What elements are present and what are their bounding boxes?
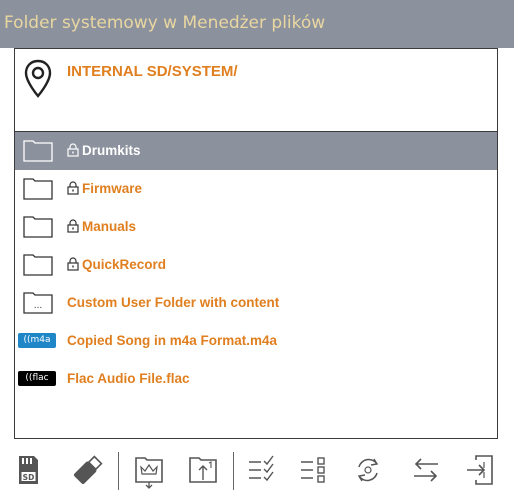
list-item-label: Copied Song in m4a Format.m4a <box>67 333 278 348</box>
folder-icon <box>23 254 53 276</box>
refresh-icon[interactable] <box>350 450 386 490</box>
list-item-quickrecord[interactable]: QuickRecord <box>15 246 497 284</box>
lock-icon <box>67 257 79 271</box>
list-item-label: Drumkits <box>82 143 141 158</box>
list-item-custom-user-folder[interactable]: ... Custom User Folder with content <box>15 284 497 322</box>
sd-card-icon[interactable]: SD <box>10 450 46 490</box>
toolbar-separator <box>233 452 234 490</box>
folder-icon <box>23 216 53 238</box>
select-all-icon[interactable] <box>245 450 281 490</box>
file-list: INTERNAL SD/SYSTEM/ Drumkits Firmware Ma… <box>15 48 497 438</box>
list-item-drumkits[interactable]: Drumkits <box>15 132 497 170</box>
upload-folder-icon[interactable] <box>185 450 221 490</box>
folder-icon <box>23 140 53 162</box>
window-title: Folder systemowy w Menedżer plików <box>4 13 326 33</box>
svg-text:SD: SD <box>23 473 35 482</box>
swap-icon[interactable] <box>408 450 444 490</box>
copy-to-folder-icon[interactable] <box>131 450 167 490</box>
list-item-label: Manuals <box>82 219 137 234</box>
file-browser-panel: INTERNAL SD/SYSTEM/ Drumkits Firmware Ma… <box>14 48 498 439</box>
list-item-firmware[interactable]: Firmware <box>15 170 497 208</box>
flac-audio-icon: ((flac <box>18 371 56 386</box>
list-item-label: Firmware <box>82 181 143 196</box>
list-item-label: Flac Audio File.flac <box>67 371 190 386</box>
folder-icon <box>23 178 53 200</box>
list-item-flac-file[interactable]: ((flac Flac Audio File.flac <box>15 360 497 398</box>
usb-drive-icon[interactable] <box>70 450 106 490</box>
toolbar-separator <box>118 452 119 490</box>
current-path: INTERNAL SD/SYSTEM/ <box>67 63 238 80</box>
list-item-label: Custom User Folder with content <box>67 295 280 310</box>
list-item-label: QuickRecord <box>82 257 167 272</box>
list-view-icon[interactable] <box>297 450 333 490</box>
svg-text:...: ... <box>34 301 43 311</box>
lock-icon <box>67 143 79 157</box>
export-icon[interactable] <box>462 450 498 490</box>
title-bar: Folder systemowy w Menedżer plików <box>0 0 514 48</box>
current-path-row: INTERNAL SD/SYSTEM/ <box>15 49 497 132</box>
location-pin-icon <box>24 59 52 98</box>
m4a-audio-icon: ((m4a <box>18 333 56 348</box>
list-item-manuals[interactable]: Manuals <box>15 208 497 246</box>
lock-icon <box>67 181 79 195</box>
list-item-m4a-file[interactable]: ((m4a Copied Song in m4a Format.m4a <box>15 322 497 360</box>
lock-icon <box>67 219 79 233</box>
bottom-toolbar: SD <box>0 444 514 499</box>
folder-with-content-icon: ... <box>23 292 53 314</box>
